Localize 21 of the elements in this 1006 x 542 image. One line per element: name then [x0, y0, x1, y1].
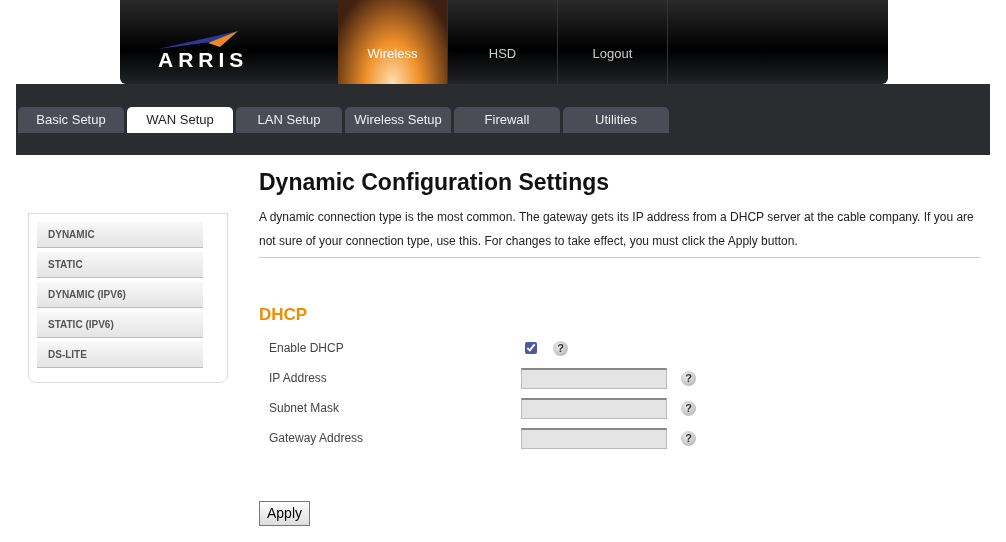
- field-label: IP Address: [268, 370, 328, 388]
- tab[interactable]: Utilities: [563, 107, 669, 133]
- logo-text: ARRIS: [158, 48, 250, 70]
- tab[interactable]: WAN Setup: [127, 107, 233, 133]
- field-label: Subnet Mask: [268, 400, 341, 418]
- tab[interactable]: Firewall: [454, 107, 560, 133]
- description-text: A dynamic connection type is the most common. The gateway gets its IP address from a DHCP server at the cable company. If you are not sure of your connection type, use this. For changes to take effect, you must click the Apply button.: [259, 204, 980, 258]
- sidebar-item[interactable]: STATIC (IPV6): [37, 312, 203, 338]
- sidebar-item[interactable]: STATIC: [37, 252, 203, 278]
- page-title: Dynamic Configuration Settings: [259, 169, 611, 197]
- tab[interactable]: Basic Setup: [18, 107, 124, 133]
- sidebar-item[interactable]: DYNAMIC (IPV6): [37, 282, 203, 308]
- tab[interactable]: Wireless Setup: [345, 107, 451, 133]
- section-title: DHCP: [259, 303, 309, 326]
- sidebar-item[interactable]: DYNAMIC: [37, 222, 203, 248]
- field-label: Gateway Address: [268, 430, 365, 448]
- tab[interactable]: LAN Setup: [236, 107, 342, 133]
- help-button[interactable]: ?: [553, 340, 568, 356]
- field-label: Enable DHCP: [268, 340, 345, 358]
- sidebar-item[interactable]: DS-LITE: [37, 342, 203, 368]
- apply-button[interactable]: Apply: [259, 501, 311, 527]
